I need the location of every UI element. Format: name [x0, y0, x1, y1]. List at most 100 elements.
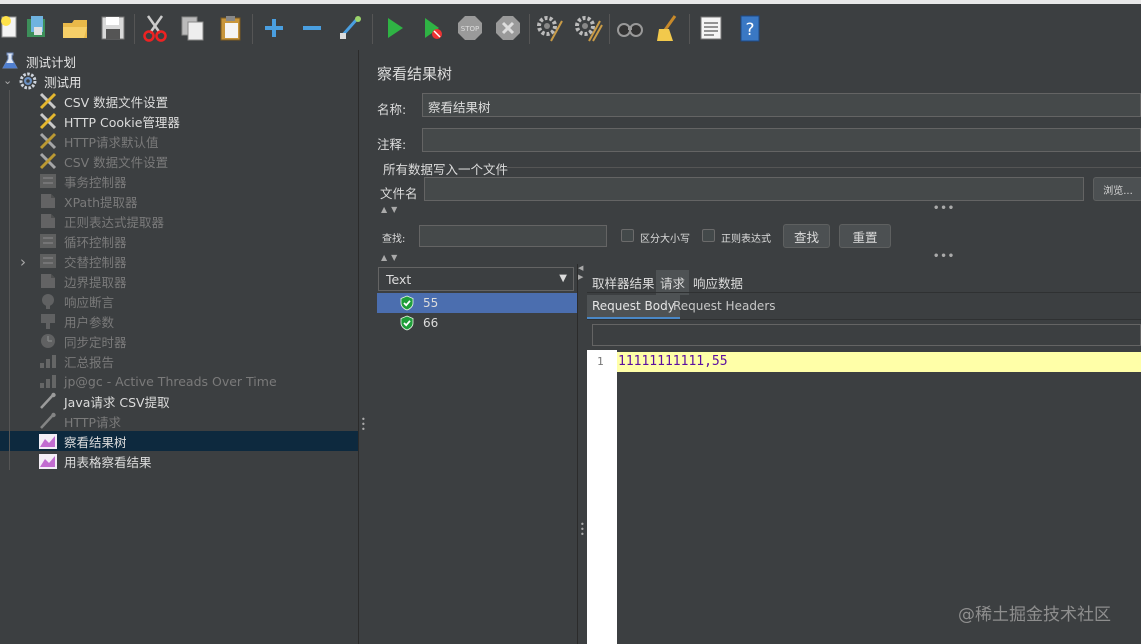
- reset-button[interactable]: 重置: [839, 224, 891, 248]
- tree-item[interactable]: CSV 数据文件设置: [0, 151, 358, 171]
- case-sensitive-checkbox[interactable]: [621, 229, 634, 242]
- expand-icon[interactable]: [257, 10, 291, 46]
- chevron-down-icon: ▼: [559, 273, 567, 284]
- wrench-icon: [38, 92, 58, 110]
- tree-item-label: 测试用: [44, 74, 82, 90]
- shutdown-icon[interactable]: [491, 10, 525, 46]
- tree-item[interactable]: 事务控制器: [0, 171, 358, 191]
- search-input[interactable]: [419, 225, 607, 247]
- name-label: 名称:: [377, 102, 407, 117]
- controller-icon: [38, 252, 58, 270]
- result-item-0[interactable]: 55: [377, 293, 577, 313]
- tab-request-body[interactable]: Request Body: [587, 295, 680, 319]
- tree-item-label: 汇总报告: [64, 354, 115, 370]
- success-shield-icon: [400, 295, 414, 311]
- tree-item[interactable]: 用户参数: [0, 311, 358, 331]
- preprocessor-icon: [38, 312, 58, 330]
- tree-item[interactable]: HTTP请求: [0, 411, 358, 431]
- extractor-icon: [38, 212, 58, 230]
- cut-icon[interactable]: [138, 10, 172, 46]
- tree-item-label: CSV 数据文件设置: [64, 94, 169, 110]
- tree-item[interactable]: 汇总报告: [0, 351, 358, 371]
- wrench-icon: [38, 152, 58, 170]
- filename-field[interactable]: [424, 177, 1084, 201]
- renderer-value: Text: [386, 272, 412, 287]
- tree-item-label: 同步定时器: [64, 334, 127, 350]
- result-item-1[interactable]: 66: [377, 313, 577, 333]
- tree-item[interactable]: CSV 数据文件设置: [0, 91, 358, 111]
- tree-item[interactable]: HTTP Cookie管理器: [0, 111, 358, 131]
- controller-icon: [38, 232, 58, 250]
- assertion-icon: [38, 292, 58, 310]
- svg-text:STOP: STOP: [461, 25, 479, 33]
- collapse-icon[interactable]: [295, 10, 329, 46]
- listener-icon: [38, 452, 58, 470]
- tree-item[interactable]: 边界提取器: [0, 271, 358, 291]
- results-splitter[interactable]: ▲▼ •••: [377, 251, 1141, 266]
- paste-icon[interactable]: [214, 10, 248, 46]
- tree-guide-line: [9, 90, 10, 470]
- tree-item[interactable]: jp@gc - Active Threads Over Time: [0, 371, 358, 391]
- tree-item-label: CSV 数据文件设置: [64, 154, 169, 170]
- toolbar: STOP ?: [0, 0, 1141, 50]
- tree-item-label: 正则表达式提取器: [64, 214, 165, 230]
- tree-item[interactable]: 测试用: [0, 71, 358, 91]
- body-search-field[interactable]: [592, 324, 1141, 346]
- regex-checkbox[interactable]: [702, 229, 715, 242]
- view-results-tree-panel: 察看结果树 名称: 察看结果树 注释: 所有数据写入一个文件 文件名 浏览...…: [367, 50, 1141, 644]
- chevron-right-icon[interactable]: ›: [20, 253, 26, 271]
- tree-item-label: 用表格察看结果: [64, 454, 152, 470]
- result-label: 66: [423, 316, 439, 330]
- find-button[interactable]: 查找: [783, 224, 830, 248]
- tree-item[interactable]: 交替控制器: [0, 251, 358, 271]
- tree-item[interactable]: Java请求 CSV提取: [0, 391, 358, 411]
- start-icon[interactable]: [377, 10, 411, 46]
- copy-icon[interactable]: [176, 10, 210, 46]
- tree-item-label: Java请求 CSV提取: [64, 394, 170, 410]
- write-to-file-section: 所有数据写入一个文件: [383, 162, 509, 177]
- test-plan-tree[interactable]: 测试计划 测试用 CSV 数据文件设置 HTTP Cookie管理器 HTTP请求默认值…: [0, 50, 358, 644]
- open-icon[interactable]: [58, 10, 92, 46]
- timer-icon: [38, 332, 58, 350]
- tree-item-label: 交替控制器: [64, 254, 127, 270]
- tree-item-label: HTTP请求默认值: [64, 134, 159, 150]
- start-no-pause-icon[interactable]: [415, 10, 449, 46]
- tree-splitter[interactable]: • • •: [358, 50, 367, 644]
- tree-item[interactable]: 响应断言: [0, 291, 358, 311]
- tree-item[interactable]: 同步定时器: [0, 331, 358, 351]
- comment-field[interactable]: [422, 128, 1141, 152]
- tree-item-label: 用户参数: [64, 314, 115, 330]
- tree-item-label: 边界提取器: [64, 274, 127, 290]
- tree-item[interactable]: HTTP请求默认值: [0, 131, 358, 151]
- browse-button[interactable]: 浏览...: [1093, 177, 1141, 201]
- extractor-icon: [38, 192, 58, 210]
- line-gutter: 1: [587, 350, 617, 644]
- templates-icon[interactable]: [20, 10, 54, 46]
- clear-all-icon[interactable]: [571, 10, 605, 46]
- chevron-down-icon[interactable]: ⌄: [3, 74, 12, 87]
- save-icon[interactable]: [96, 10, 130, 46]
- clear-icon[interactable]: [533, 10, 567, 46]
- list-splitter[interactable]: ◀ ▶ • • •: [577, 264, 586, 644]
- tree-item[interactable]: 用表格察看结果: [0, 451, 358, 471]
- config-splitter[interactable]: ▲▼ •••: [377, 203, 1141, 218]
- tree-item[interactable]: 正则表达式提取器: [0, 211, 358, 231]
- success-shield-icon: [400, 315, 414, 331]
- function-helper-icon[interactable]: [694, 10, 728, 46]
- tree-item[interactable]: 测试计划: [0, 51, 358, 71]
- tree-item-label: 测试计划: [26, 54, 77, 70]
- renderer-select[interactable]: Text ▼: [378, 267, 574, 291]
- tree-item[interactable]: 循环控制器: [0, 231, 358, 251]
- help-icon[interactable]: ?: [733, 10, 767, 46]
- tree-item-label: 响应断言: [64, 294, 115, 310]
- reset-search-icon[interactable]: [651, 10, 685, 46]
- tab-request-headers[interactable]: Request Headers: [668, 295, 781, 317]
- tree-item[interactable]: XPath提取器: [0, 191, 358, 211]
- comment-label: 注释:: [377, 137, 407, 152]
- search-icon[interactable]: [613, 10, 647, 46]
- toggle-icon[interactable]: [333, 10, 367, 46]
- stop-icon[interactable]: STOP: [453, 10, 487, 46]
- tree-item[interactable]: 察看结果树: [0, 431, 358, 451]
- tree-item-label: jp@gc - Active Threads Over Time: [64, 373, 277, 389]
- name-field[interactable]: 察看结果树: [422, 93, 1141, 117]
